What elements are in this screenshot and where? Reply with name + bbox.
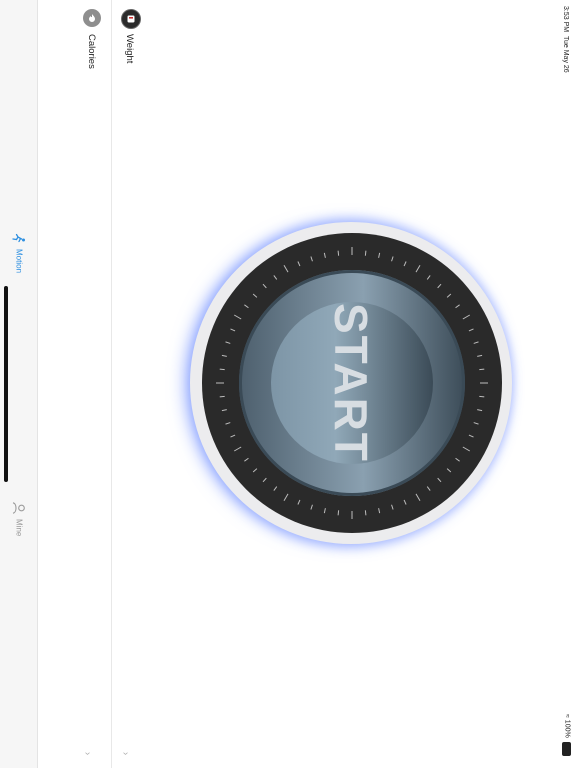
status-battery: ≈ 100% xyxy=(562,714,571,756)
battery-icon xyxy=(562,741,571,756)
tab-motion[interactable]: Motion xyxy=(6,230,32,273)
wifi-icon: ≈ xyxy=(563,714,571,718)
running-icon xyxy=(11,230,27,246)
status-time: 3:53 PM Tue May 26 xyxy=(562,6,569,73)
chevron-right-icon: › xyxy=(120,751,132,756)
tab-mine[interactable]: Mine xyxy=(6,500,32,536)
weight-label: Weight xyxy=(124,34,135,64)
start-dial[interactable]: START xyxy=(190,222,512,544)
tab-motion-label: Motion xyxy=(14,249,24,274)
scale-icon xyxy=(121,9,141,29)
calories-icon xyxy=(83,9,101,27)
home-indicator xyxy=(4,286,8,482)
battery-percent: 100% xyxy=(563,719,571,738)
status-date-text: Tue May 26 xyxy=(562,35,569,73)
weight-selector[interactable]: Weight › xyxy=(112,0,142,768)
calories-selector[interactable]: Calories › xyxy=(74,0,112,768)
chevron-right-icon: › xyxy=(82,751,94,756)
status-time-text: 3:53 PM xyxy=(562,6,569,33)
person-icon xyxy=(11,500,27,516)
tab-mine-label: Mine xyxy=(14,519,24,537)
start-button[interactable]: START xyxy=(190,222,512,544)
calories-label: Calories xyxy=(86,34,97,69)
